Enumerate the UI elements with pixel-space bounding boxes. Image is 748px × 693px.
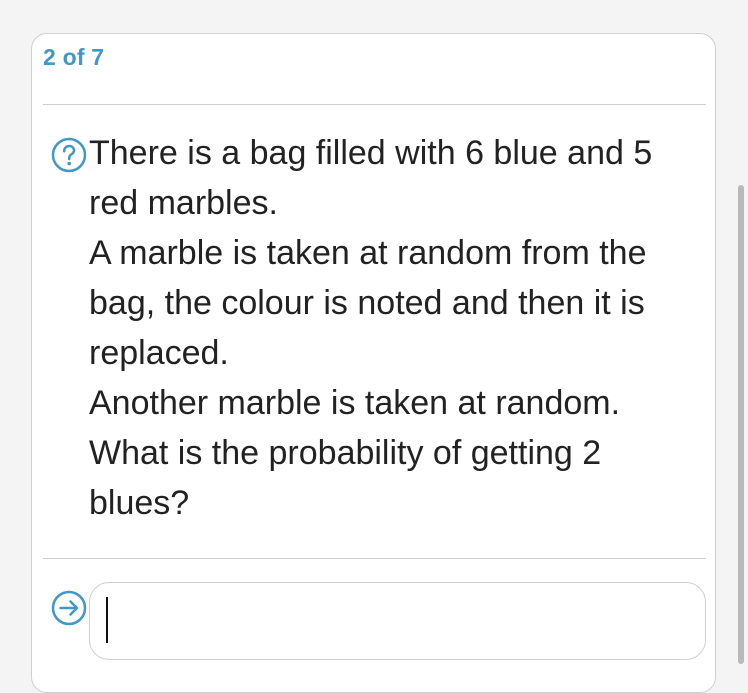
arrow-right-circle-icon[interactable]	[51, 590, 87, 626]
question-line: replaced.	[89, 334, 229, 372]
question-line: blues?	[89, 484, 190, 522]
top-divider	[43, 104, 706, 105]
help-circle-icon[interactable]	[51, 137, 87, 173]
bottom-divider	[43, 558, 706, 559]
text-caret	[106, 597, 108, 643]
question-line: What is the probability of getting 2	[89, 434, 602, 472]
question-line: There is a bag filled with 6 blue and 5	[89, 134, 653, 172]
scrollbar[interactable]	[738, 185, 744, 664]
question-line: bag, the colour is noted and then it is	[89, 284, 645, 322]
question-text: There is a bag filled with 6 blue and 5 …	[89, 128, 699, 528]
question-line: Another marble is taken at random.	[89, 384, 621, 422]
question-line: A marble is taken at random from the	[89, 234, 647, 272]
question-card: 2 of 7 There is a bag filled with 6 blue…	[31, 33, 716, 693]
answer-input[interactable]	[89, 582, 706, 660]
question-line: red marbles.	[89, 184, 278, 222]
question-progress: 2 of 7	[43, 44, 105, 70]
